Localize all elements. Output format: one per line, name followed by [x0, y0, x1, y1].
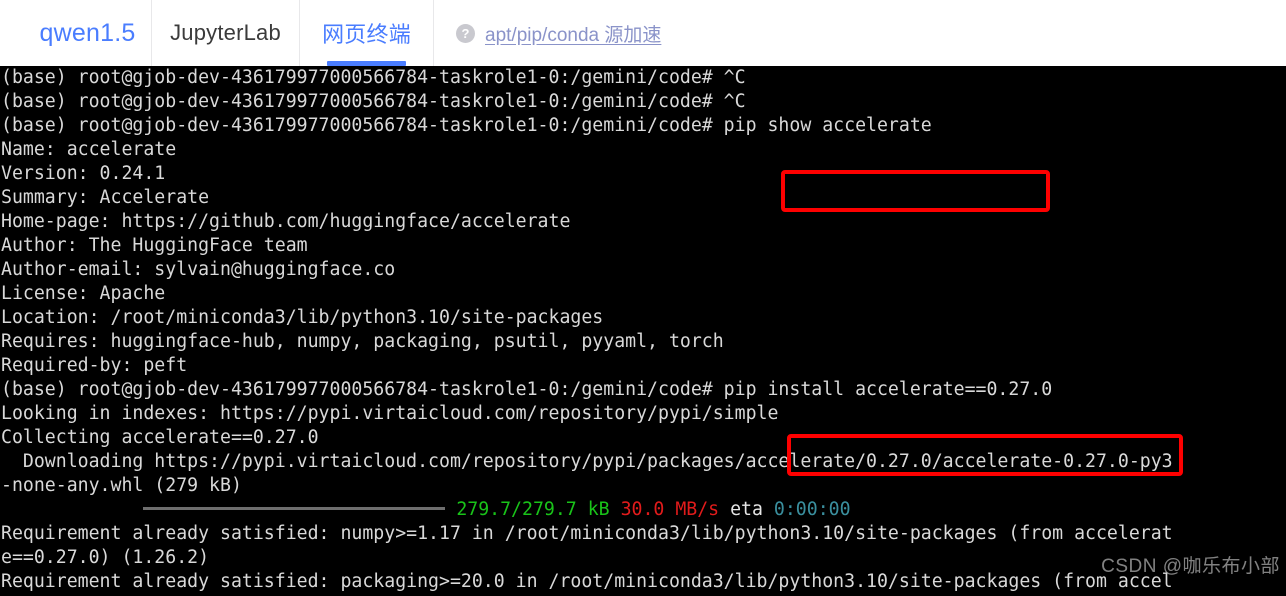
header-left-spacer	[0, 0, 24, 66]
terminal-line: Looking in indexes: https://pypi.virtaic…	[1, 403, 779, 424]
terminal-line: (base) root@gjob-dev-436179977000566784-…	[1, 67, 746, 88]
top-navigation-bar: qwen1.5 JupyterLab 网页终端 ? apt/pip/conda …	[0, 0, 1286, 66]
terminal-line: Downloading https://pypi.virtaicloud.com…	[1, 451, 1173, 472]
question-mark-icon: ?	[456, 23, 475, 43]
terminal-line: Requires: huggingface-hub, numpy, packag…	[1, 331, 724, 352]
terminal-line: Author-email: sylvain@huggingface.co	[1, 259, 396, 280]
progress-gap	[445, 499, 456, 520]
tab-web-terminal-label: 网页终端	[322, 22, 411, 47]
terminal-line: Name: accelerate	[1, 139, 177, 160]
tab-jupyterlab-label: JupyterLab	[170, 20, 281, 45]
progress-sep-3	[763, 499, 774, 520]
terminal-line: Version: 0.24.1	[1, 163, 166, 184]
terminal-line: Author: The HuggingFace team	[1, 235, 308, 256]
progress-sep-2	[719, 499, 730, 520]
terminal-line: Requirement already satisfied: packaging…	[1, 571, 1173, 592]
browser-page: qwen1.5 JupyterLab 网页终端 ? apt/pip/conda …	[0, 0, 1286, 596]
terminal-line: Location: /root/miniconda3/lib/python3.1…	[1, 307, 604, 328]
eta-label: eta	[730, 499, 763, 520]
terminal-line: (base) root@gjob-dev-436179977000566784-…	[1, 115, 932, 136]
terminal-line: Collecting accelerate==0.27.0	[1, 427, 319, 448]
terminal-line: (base) root@gjob-dev-436179977000566784-…	[1, 379, 1053, 400]
brand-tab-qwen[interactable]: qwen1.5	[24, 0, 152, 66]
download-progress-line: 279.7/279.7 kB 30.0 MB/s eta 0:00:00	[0, 498, 1286, 522]
terminal-line: (base) root@gjob-dev-436179977000566784-…	[1, 91, 746, 112]
terminal-line: Required-by: peft	[1, 355, 188, 376]
terminal-line: Home-page: https://github.com/huggingfac…	[1, 211, 571, 232]
terminal-line: e==0.27.0) (1.26.2)	[1, 547, 210, 568]
terminal-line: License: Apache	[1, 283, 166, 304]
progress-bar-track	[143, 506, 446, 510]
help-link-label[interactable]: apt/pip/conda 源加速	[485, 20, 661, 47]
terminal-line: Requirement already satisfied: numpy>=1.…	[1, 523, 1173, 544]
eta-value: 0:00:00	[773, 499, 851, 520]
download-speed: 30.0 MB/s	[620, 499, 720, 520]
tab-jupyterlab[interactable]: JupyterLab	[152, 0, 300, 66]
download-size: 279.7/279.7 kB	[456, 499, 610, 520]
progress-bar-spacer	[1, 498, 143, 522]
progress-sep-1	[610, 499, 621, 520]
web-terminal-output[interactable]: (base) root@gjob-dev-436179977000566784-…	[0, 66, 1286, 596]
terminal-line-container: (base) root@gjob-dev-436179977000566784-…	[0, 66, 1286, 594]
brand-label: qwen1.5	[39, 18, 136, 47]
help-link-group[interactable]: ? apt/pip/conda 源加速	[434, 0, 661, 66]
tab-web-terminal[interactable]: 网页终端	[300, 0, 434, 66]
terminal-line: Summary: Accelerate	[1, 187, 210, 208]
terminal-line: -none-any.whl (279 kB)	[1, 475, 242, 496]
